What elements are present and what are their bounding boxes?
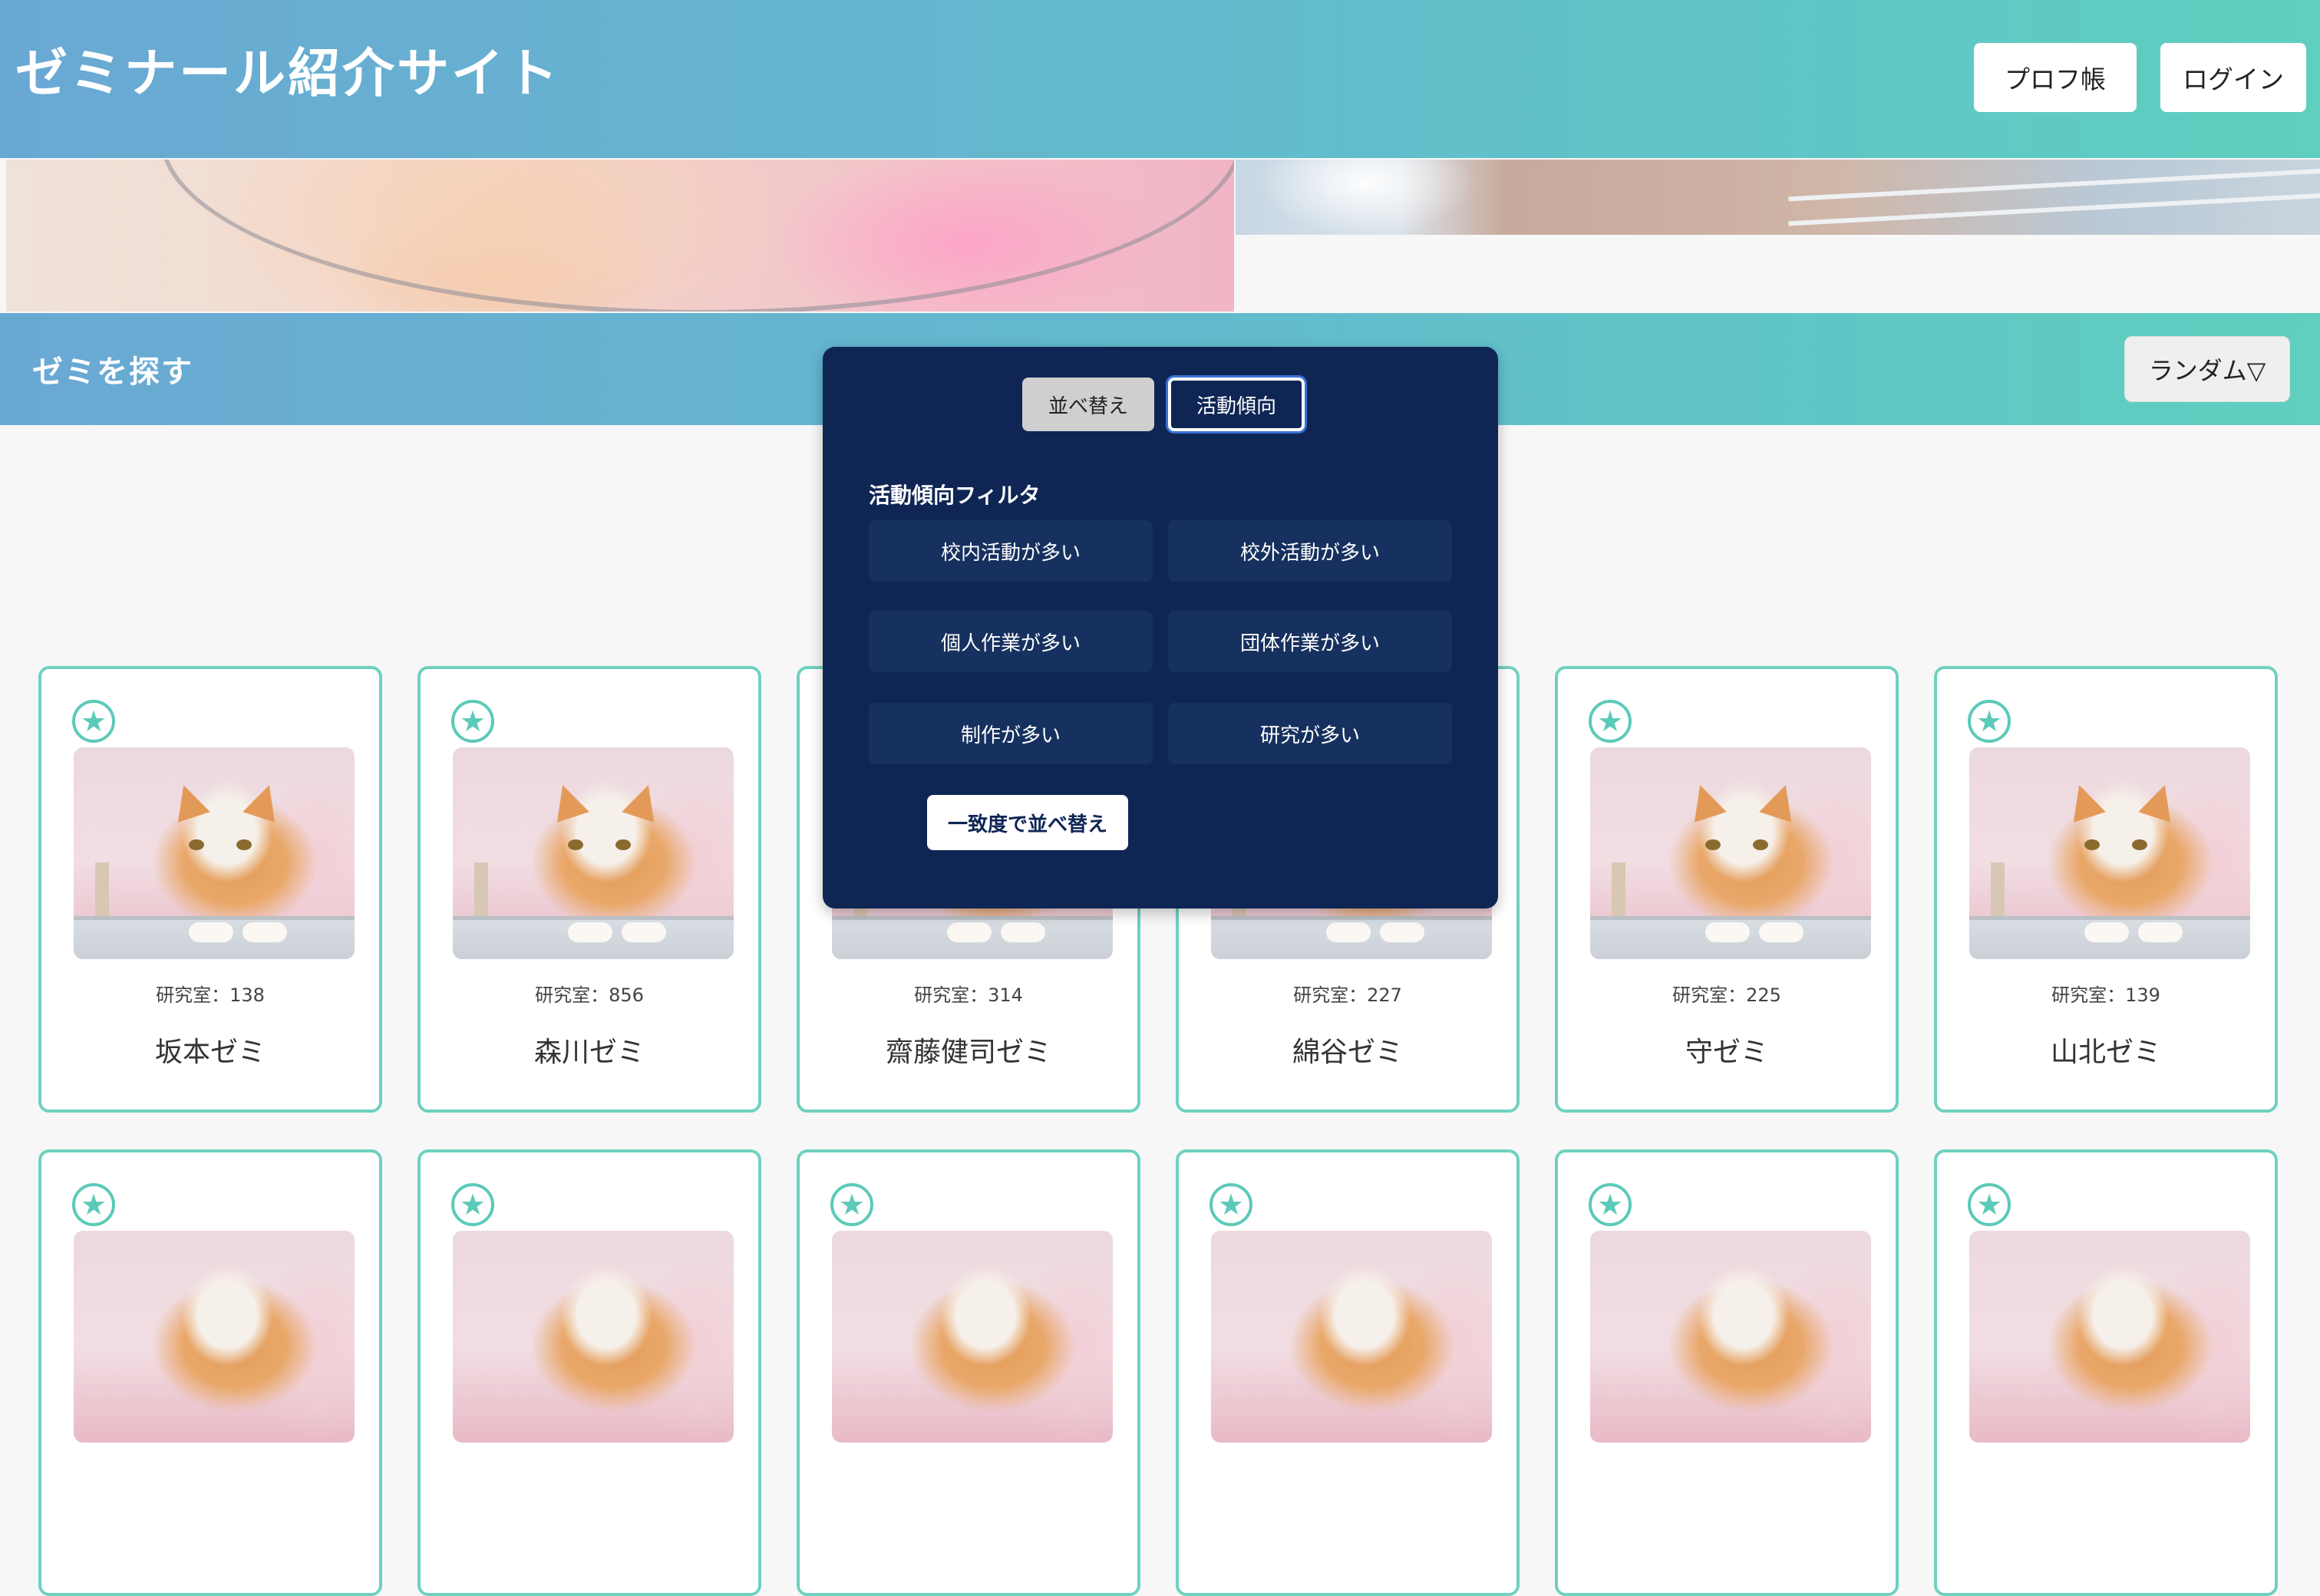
seminar-card[interactable]: ★ — [1176, 1149, 1520, 1596]
tab-sort[interactable]: 並べ替え — [1022, 378, 1154, 431]
filter-research[interactable]: 研究が多い — [1168, 703, 1452, 764]
site-title: ゼミナール紹介サイト — [15, 44, 561, 104]
seminar-card[interactable]: ★ — [797, 1149, 1140, 1596]
star-icon[interactable]: ★ — [72, 1183, 115, 1226]
hero-image-cat — [6, 160, 1234, 312]
seminar-card[interactable]: ★ — [417, 1149, 761, 1596]
room-number: 研究室：314 — [914, 984, 1023, 1006]
seminar-photo — [1590, 1231, 1871, 1443]
filter-group-work[interactable]: 団体作業が多い — [1168, 611, 1452, 672]
room-number: 研究室：139 — [2051, 984, 2160, 1006]
seminar-name: 綿谷ゼミ — [1292, 1037, 1403, 1068]
filter-individual-work[interactable]: 個人作業が多い — [869, 611, 1153, 672]
site-header: ゼミナール紹介サイト プロフ帳 ログイン — [0, 0, 2320, 158]
star-icon[interactable]: ★ — [451, 700, 494, 743]
star-icon[interactable]: ★ — [1589, 700, 1632, 743]
seminar-card[interactable]: ★ — [38, 1149, 382, 1596]
activity-filter-popup: 並べ替え 活動傾向 活動傾向フィルタ 校内活動が多い 校外活動が多い 個人作業が… — [823, 347, 1498, 908]
seminar-photo — [1969, 1231, 2250, 1443]
seminar-card[interactable]: ★ — [1934, 1149, 2278, 1596]
star-icon[interactable]: ★ — [1210, 1183, 1252, 1226]
seminar-photo — [1590, 747, 1871, 959]
seminar-photo — [1969, 747, 2250, 959]
seminar-photo — [453, 747, 734, 959]
search-section-title: ゼミを探す — [32, 354, 193, 390]
room-number: 研究室：227 — [1293, 984, 1402, 1006]
hero-image-secondary — [1236, 160, 2320, 235]
seminar-card[interactable]: ★ 研究室：856 森川ゼミ — [417, 666, 761, 1113]
seminar-photo — [74, 1231, 355, 1443]
filter-heading: 活動傾向フィルタ — [869, 483, 1041, 508]
login-button[interactable]: ログイン — [2160, 43, 2306, 112]
seminar-photo — [1211, 1231, 1492, 1443]
seminar-name: 齋藤健司ゼミ — [885, 1037, 1051, 1068]
seminar-card[interactable]: ★ 研究室：138 坂本ゼミ — [38, 666, 382, 1113]
seminar-photo — [453, 1231, 734, 1443]
room-number: 研究室：856 — [535, 984, 644, 1006]
tab-activity-tendency[interactable]: 活動傾向 — [1168, 378, 1305, 431]
seminar-name: 山北ゼミ — [2050, 1037, 2161, 1068]
star-icon[interactable]: ★ — [72, 700, 115, 743]
filter-off-campus[interactable]: 校外活動が多い — [1168, 520, 1452, 582]
star-icon[interactable]: ★ — [1968, 1183, 2011, 1226]
profile-book-button[interactable]: プロフ帳 — [1974, 43, 2137, 112]
filter-production[interactable]: 制作が多い — [869, 703, 1153, 764]
sort-by-match-button[interactable]: 一致度で並べ替え — [927, 795, 1128, 850]
star-icon[interactable]: ★ — [830, 1183, 873, 1226]
room-number: 研究室：225 — [1672, 984, 1781, 1006]
seminar-photo — [74, 747, 355, 959]
sort-order-dropdown[interactable]: ランダム▽ — [2124, 336, 2290, 402]
seminar-name: 坂本ゼミ — [154, 1037, 266, 1068]
filter-on-campus[interactable]: 校内活動が多い — [869, 520, 1153, 582]
seminar-card[interactable]: ★ 研究室：225 守ゼミ — [1555, 666, 1899, 1113]
star-icon[interactable]: ★ — [1589, 1183, 1632, 1226]
seminar-card[interactable]: ★ 研究室：139 山北ゼミ — [1934, 666, 2278, 1113]
room-number: 研究室：138 — [156, 984, 265, 1006]
star-icon[interactable]: ★ — [451, 1183, 494, 1226]
seminar-name: 森川ゼミ — [533, 1037, 645, 1068]
seminar-photo — [832, 1231, 1113, 1443]
star-icon[interactable]: ★ — [1968, 700, 2011, 743]
seminar-card[interactable]: ★ — [1555, 1149, 1899, 1596]
seminar-name: 守ゼミ — [1685, 1037, 1768, 1068]
